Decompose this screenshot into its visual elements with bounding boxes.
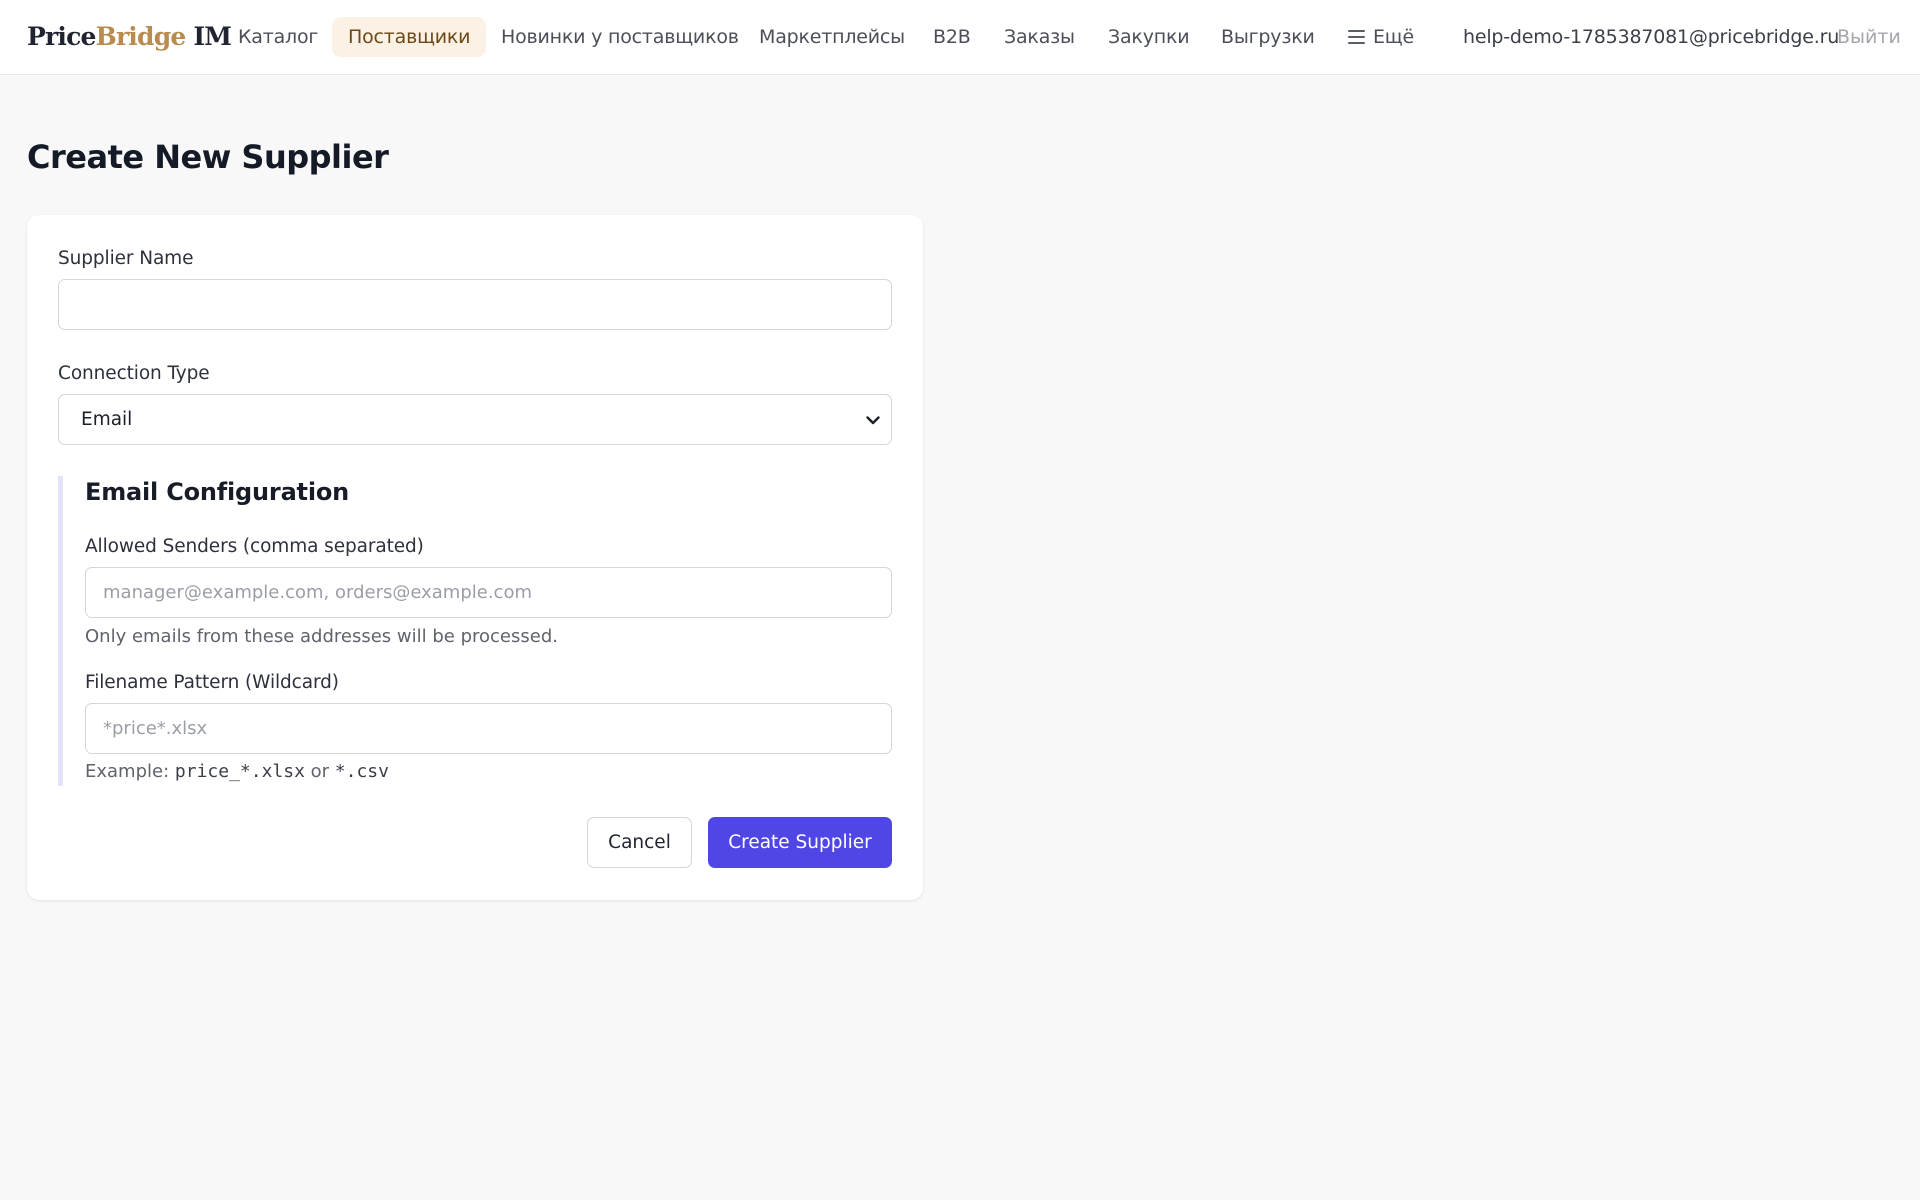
nav-item-purchases[interactable]: Закупки (1108, 17, 1190, 57)
allowed-senders-help-text: Only emails from these addresses will be… (85, 626, 558, 647)
menu-icon (1348, 17, 1365, 57)
nav-item-catalog[interactable]: Каталог (238, 17, 318, 57)
supplier-name-label: Supplier Name (58, 248, 194, 269)
nav-item-supplier-new-products[interactable]: Новинки у поставщиков (501, 17, 739, 57)
supplier-name-input[interactable] (58, 279, 892, 330)
create-supplier-form-card: Supplier Name Connection Type Email Emai… (27, 215, 923, 900)
nav-more-label: Ещё (1373, 26, 1414, 48)
email-config-section-accent-bar (58, 476, 63, 786)
brand-logo[interactable]: PriceBridge IM (27, 19, 232, 55)
connection-type-selected-value: Email (81, 409, 133, 430)
connection-type-select[interactable]: Email (58, 394, 892, 445)
chevron-down-icon (866, 416, 880, 425)
brand-logo-part-bridge: Bridge (95, 22, 187, 51)
create-supplier-button[interactable]: Create Supplier (708, 817, 892, 868)
allowed-senders-label: Allowed Senders (comma separated) (85, 536, 424, 557)
page-title: Create New Supplier (27, 138, 389, 176)
filename-pattern-label: Filename Pattern (Wildcard) (85, 672, 339, 693)
user-email: help-demo-1785387081@pricebridge.ru (1463, 26, 1840, 48)
filename-pattern-example-1: price_*.xlsx (174, 761, 305, 782)
top-navigation-bar: PriceBridge IM Каталог Поставщики Новинк… (0, 0, 1920, 75)
nav-more-button[interactable]: Ещё (1348, 17, 1414, 57)
logout-link[interactable]: Выйти (1837, 17, 1901, 57)
filename-pattern-help-or: or (304, 761, 335, 782)
nav-item-b2b[interactable]: B2B (933, 17, 971, 57)
filename-pattern-help-text: Example: price_*.xlsx or *.csv (85, 761, 389, 782)
nav-item-exports[interactable]: Выгрузки (1221, 17, 1315, 57)
cancel-button[interactable]: Cancel (587, 817, 692, 868)
nav-item-marketplaces[interactable]: Маркетплейсы (759, 17, 905, 57)
filename-pattern-help-prefix: Example: (85, 761, 175, 782)
allowed-senders-input[interactable] (85, 567, 892, 618)
connection-type-label: Connection Type (58, 363, 210, 384)
nav-item-suppliers[interactable]: Поставщики (332, 17, 487, 57)
filename-pattern-example-2: *.csv (334, 761, 389, 782)
nav-item-orders[interactable]: Заказы (1004, 17, 1075, 57)
brand-logo-part-price: Price (27, 22, 96, 51)
filename-pattern-input[interactable] (85, 703, 892, 754)
brand-logo-part-im: IM (185, 22, 232, 51)
email-config-title: Email Configuration (85, 478, 350, 506)
